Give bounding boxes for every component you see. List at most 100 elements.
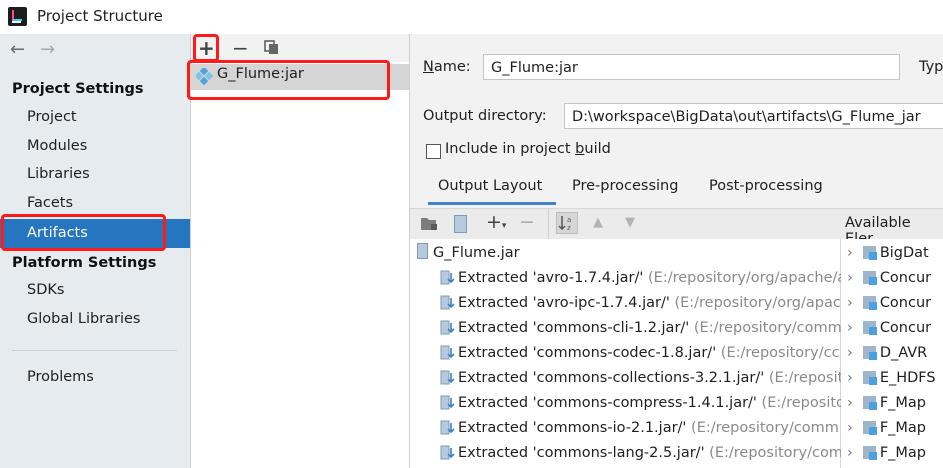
extracted-archive-icon bbox=[440, 345, 455, 360]
available-item[interactable]: › F_Map bbox=[847, 416, 936, 441]
sidebar-item-sdks[interactable]: SDKs bbox=[0, 277, 190, 304]
extracted-archive-icon bbox=[440, 320, 455, 335]
extracted-name: Extracted 'commons-cli-1.2.jar/' bbox=[458, 320, 690, 336]
extracted-path: (E:/reposit bbox=[768, 370, 844, 386]
available-elements-tree[interactable]: › BigDat › Concur › Concur › Concur › D_AVR ›… bbox=[841, 239, 943, 468]
extracted-path: (E:/repository/org/apache/a bbox=[648, 270, 847, 286]
available-item[interactable]: › Concur bbox=[847, 291, 936, 316]
extracted-path: (E:/reposito bbox=[761, 395, 845, 411]
back-arrow-icon[interactable]: ← bbox=[10, 39, 25, 60]
title-bar: Project Structure bbox=[0, 0, 943, 34]
tree-root-jar[interactable]: G_Flume.jar bbox=[417, 241, 520, 266]
chevron-right-icon: › bbox=[847, 245, 853, 261]
extracted-path: (E:/repository/cc bbox=[720, 345, 840, 361]
module-icon bbox=[862, 421, 877, 435]
tab-pre-processing[interactable]: Pre-processing bbox=[572, 178, 678, 194]
extracted-list: Extracted 'avro-1.7.4.jar/' (E:/reposito… bbox=[440, 266, 857, 466]
sidebar-item-problems[interactable]: Problems bbox=[0, 364, 190, 391]
extracted-name: Extracted 'commons-codec-1.8.jar/' bbox=[458, 345, 717, 361]
sidebar-item-libraries[interactable]: Libraries bbox=[0, 161, 190, 188]
add-element-icon[interactable]: +▾ bbox=[486, 211, 506, 233]
output-directory-label: Output directory: bbox=[423, 108, 547, 124]
toolbar-separator bbox=[548, 209, 549, 239]
active-tab-underline bbox=[428, 202, 556, 205]
extracted-path: (E:/repository/comm bbox=[709, 445, 858, 461]
sidebar-item-project[interactable]: Project bbox=[0, 104, 190, 131]
forward-arrow-icon[interactable]: → bbox=[40, 39, 55, 60]
include-in-build-label: Include in project build bbox=[445, 141, 611, 157]
sidebar-item-facets[interactable]: Facets bbox=[0, 190, 190, 217]
tree-row-extracted[interactable]: Extracted 'commons-collections-3.2.1.jar… bbox=[440, 366, 857, 391]
extracted-name: Extracted 'avro-ipc-1.7.4.jar/' bbox=[458, 295, 670, 311]
output-directory-input[interactable]: D:\workspace\BigData\out\artifacts\G_Flu… bbox=[564, 103, 943, 129]
tree-row-extracted[interactable]: Extracted 'commons-lang-2.5.jar/' (E:/re… bbox=[440, 441, 857, 466]
type-label: Typ bbox=[919, 59, 943, 75]
include-in-build-checkbox[interactable] bbox=[426, 144, 441, 159]
tree-row-extracted[interactable]: Extracted 'commons-cli-1.2.jar/' (E:/rep… bbox=[440, 316, 857, 341]
tree-row-extracted[interactable]: Extracted 'commons-codec-1.8.jar/' (E:/r… bbox=[440, 341, 857, 366]
artifacts-list-panel: + − G_Flume:jar bbox=[187, 34, 410, 468]
extracted-archive-icon bbox=[440, 420, 455, 435]
extracted-name: Extracted 'commons-lang-2.5.jar/' bbox=[458, 445, 705, 461]
available-item[interactable]: › Concur bbox=[847, 266, 936, 291]
artifact-name-input[interactable]: G_Flume:jar bbox=[483, 54, 900, 80]
module-icon bbox=[862, 446, 877, 460]
artifacts-toolbar: + − bbox=[191, 34, 409, 62]
tree-row-extracted[interactable]: Extracted 'avro-ipc-1.7.4.jar/' (E:/repo… bbox=[440, 291, 857, 316]
remove-artifact-icon[interactable]: − bbox=[232, 37, 249, 59]
highlight-box-artifacts bbox=[1, 214, 166, 251]
extracted-archive-icon bbox=[440, 370, 455, 385]
chevron-right-icon: › bbox=[847, 270, 853, 286]
module-icon bbox=[862, 271, 877, 285]
new-folder-icon[interactable] bbox=[420, 216, 438, 235]
project-settings-heading: Project Settings bbox=[12, 81, 144, 97]
tree-row-extracted[interactable]: Extracted 'commons-compress-1.4.1.jar/' … bbox=[440, 391, 857, 416]
artifact-detail-panel: Name: G_Flume:jar Typ Output directory: … bbox=[410, 34, 943, 468]
available-item[interactable]: › Concur bbox=[847, 316, 936, 341]
extracted-path: (E:/repository/org/apac bbox=[674, 295, 841, 311]
chevron-right-icon: › bbox=[847, 395, 853, 411]
tree-root-label: G_Flume.jar bbox=[433, 245, 520, 261]
chevron-right-icon: › bbox=[847, 370, 853, 386]
available-item[interactable]: › E_HDFS bbox=[847, 366, 936, 391]
available-item[interactable]: › F_Map bbox=[847, 441, 936, 466]
available-item[interactable]: › D_AVR bbox=[847, 341, 936, 366]
window-title: Project Structure bbox=[37, 7, 163, 25]
tree-row-extracted[interactable]: Extracted 'commons-io-2.1.jar/' (E:/repo… bbox=[440, 416, 857, 441]
extracted-name: Extracted 'commons-compress-1.4.1.jar/' bbox=[458, 395, 757, 411]
highlight-box-artifact bbox=[187, 60, 390, 100]
extracted-name: Extracted 'avro-1.7.4.jar/' bbox=[458, 270, 644, 286]
move-down-icon[interactable]: ▼ bbox=[625, 215, 635, 230]
chevron-right-icon: › bbox=[847, 420, 853, 436]
tree-row-extracted[interactable]: Extracted 'avro-1.7.4.jar/' (E:/reposito… bbox=[440, 266, 857, 291]
extracted-name: Extracted 'commons-io-2.1.jar/' bbox=[458, 420, 687, 436]
sidebar-item-modules[interactable]: Modules bbox=[0, 133, 190, 160]
module-icon bbox=[862, 346, 877, 360]
move-up-icon[interactable]: ▲ bbox=[593, 215, 603, 230]
extracted-name: Extracted 'commons-collections-3.2.1.jar… bbox=[458, 370, 765, 386]
extracted-path: (E:/repository/comm bbox=[693, 320, 842, 336]
archive-icon[interactable] bbox=[454, 215, 467, 233]
chevron-right-icon: › bbox=[847, 345, 853, 361]
sort-elements-icon[interactable]: az bbox=[556, 212, 578, 234]
module-icon bbox=[862, 371, 877, 385]
module-icon bbox=[862, 396, 877, 410]
copy-icon[interactable] bbox=[264, 40, 279, 55]
intellij-app-icon bbox=[8, 7, 27, 26]
remove-element-icon[interactable]: − bbox=[519, 211, 535, 233]
svg-text:a: a bbox=[567, 216, 571, 224]
sidebar-item-global-libraries[interactable]: Global Libraries bbox=[0, 306, 190, 333]
output-layout-tree[interactable]: G_Flume.jar Extracted 'avro-1.7.4.jar/' … bbox=[410, 239, 857, 468]
available-item[interactable]: › BigDat bbox=[847, 241, 936, 266]
tab-post-processing[interactable]: Post-processing bbox=[709, 178, 823, 194]
settings-sidebar: ← → Project Settings Project Modules Lib… bbox=[0, 34, 191, 468]
available-item[interactable]: › F_Map bbox=[847, 391, 936, 416]
module-icon bbox=[862, 296, 877, 310]
highlight-box-add bbox=[193, 34, 219, 62]
svg-text:z: z bbox=[567, 224, 571, 232]
extracted-archive-icon bbox=[440, 395, 455, 410]
tab-output-layout[interactable]: Output Layout bbox=[438, 178, 542, 194]
platform-settings-heading: Platform Settings bbox=[12, 255, 157, 271]
chevron-right-icon: › bbox=[847, 320, 853, 336]
jar-file-icon bbox=[417, 243, 428, 259]
